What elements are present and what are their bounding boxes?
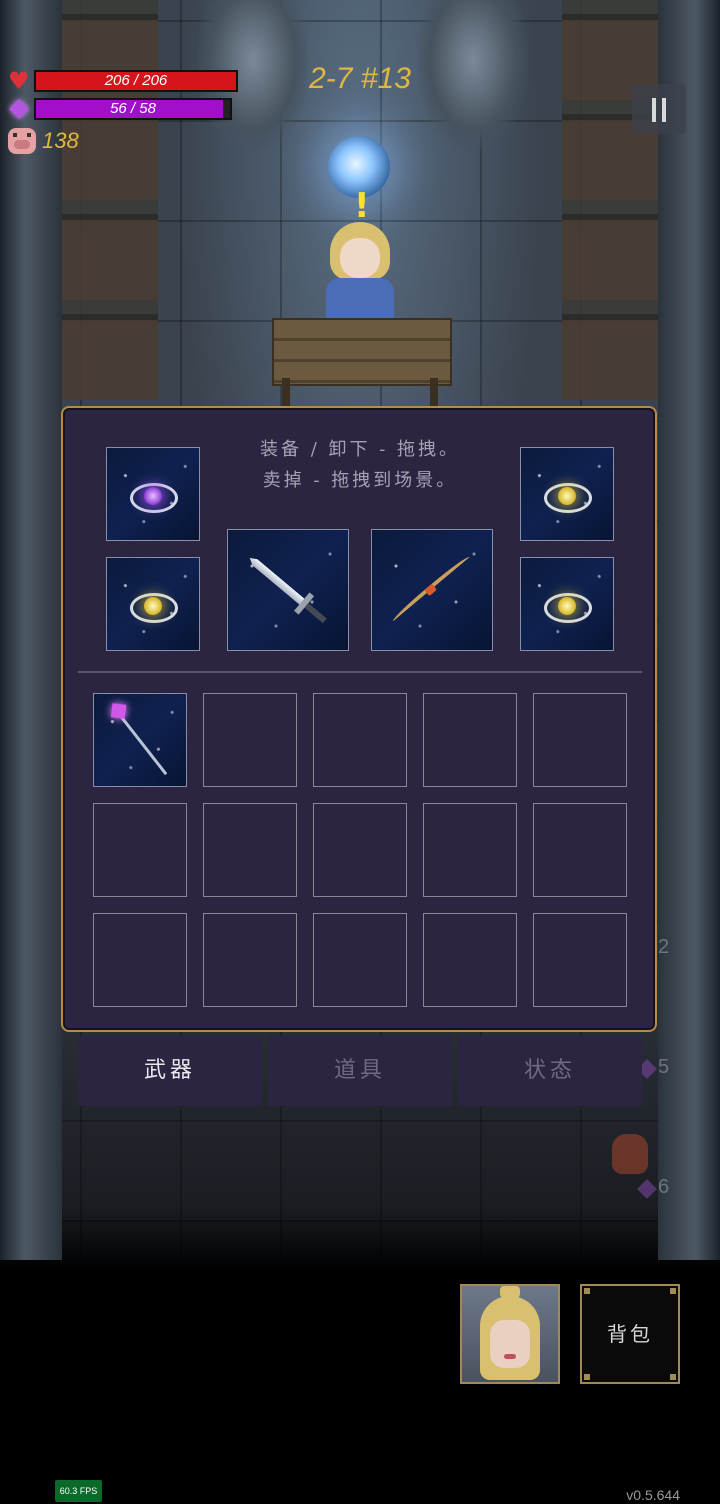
mp-text: 56 / 58 — [110, 100, 156, 117]
inventory-slot[interactable] — [93, 913, 187, 1007]
gold-amount: 138 — [42, 128, 79, 153]
level-indicator: 2-7 #13 — [309, 62, 411, 95]
merchant-npc[interactable] — [322, 222, 398, 322]
equip-slot-ring-bottom-left[interactable] — [106, 557, 200, 651]
side-hint-number: 2 — [658, 936, 670, 958]
inventory-slot[interactable] — [533, 803, 627, 897]
hint-sell: 卖掉 - 拖拽到场景。 — [262, 470, 458, 491]
backpack-label: 背包 — [607, 1322, 653, 1346]
hint-equip: 装备 / 卸下 - 拖拽。 — [259, 439, 461, 460]
right-statue — [418, 0, 528, 150]
hp-row: ♥ 206 / 206 — [8, 67, 238, 95]
mana-diamond-icon — [8, 98, 30, 120]
inventory-slot[interactable] — [423, 693, 517, 787]
equip-slot-ring-top-left[interactable] — [106, 447, 200, 541]
inventory-slot[interactable] — [423, 913, 517, 1007]
equip-slot-ring-bottom-right[interactable] — [520, 557, 614, 651]
purple-ring-icon — [130, 479, 178, 513]
gold-ring-icon — [130, 589, 178, 623]
tab-status[interactable]: 状态 — [458, 1036, 642, 1106]
merchant-table — [272, 318, 452, 386]
version-label: v0.5.644 — [626, 1487, 680, 1503]
sword-icon — [246, 553, 330, 626]
panel-divider — [78, 671, 642, 673]
gold-ring-icon — [544, 479, 592, 513]
side-hint-number: 6 — [658, 1176, 670, 1198]
equip-slot-weapon-main[interactable] — [227, 529, 349, 651]
inventory-slot[interactable] — [203, 803, 297, 897]
tab-items[interactable]: 道具 — [268, 1036, 452, 1106]
table-leg — [430, 378, 438, 406]
pause-icon — [662, 98, 666, 122]
inventory-slot[interactable] — [423, 803, 517, 897]
equip-slot-weapon-offhand[interactable] — [371, 529, 493, 651]
pause-button[interactable] — [632, 84, 686, 134]
gold-ring-icon — [544, 589, 592, 623]
pause-icon — [652, 98, 656, 122]
mp-row: 56 / 58 — [8, 98, 232, 120]
inventory-slot[interactable] — [533, 693, 627, 787]
inventory-slot[interactable] — [203, 913, 297, 1007]
exclamation-icon: ! — [354, 186, 370, 226]
tab-weapons[interactable]: 武器 — [78, 1036, 262, 1106]
inventory-slot[interactable] — [203, 693, 297, 787]
potion-icon — [612, 1134, 648, 1174]
piggy-bank-icon — [8, 128, 36, 154]
inventory-slot[interactable] — [313, 803, 407, 897]
mp-bar: 56 / 58 — [34, 98, 232, 120]
side-hint-number: 5 — [658, 1056, 670, 1078]
equip-slot-ring-top-right[interactable] — [520, 447, 614, 541]
fps-counter: 60.3 FPS — [55, 1480, 102, 1502]
inventory-slot[interactable] — [93, 803, 187, 897]
inventory-slot[interactable] — [533, 913, 627, 1007]
inventory-slot[interactable] — [93, 693, 187, 787]
inventory-slot[interactable] — [313, 693, 407, 787]
heart-icon: ♥ — [8, 67, 30, 95]
table-leg — [282, 378, 290, 406]
staff-icon — [110, 703, 169, 776]
bow-icon — [390, 554, 473, 626]
right-bookshelf — [562, 0, 658, 400]
character-portrait-button[interactable] — [460, 1284, 560, 1384]
left-wall — [0, 0, 62, 1260]
hp-text: 206 / 206 — [104, 72, 168, 89]
drag-hint: 装备 / 卸下 - 拖拽。 卖掉 - 拖拽到场景。 — [220, 434, 500, 496]
backpack-button[interactable]: 背包 — [580, 1284, 680, 1384]
inventory-slot[interactable] — [313, 913, 407, 1007]
gold-row: 138 — [8, 128, 79, 154]
hp-bar: 206 / 206 — [34, 70, 238, 92]
left-bookshelf — [62, 0, 158, 400]
